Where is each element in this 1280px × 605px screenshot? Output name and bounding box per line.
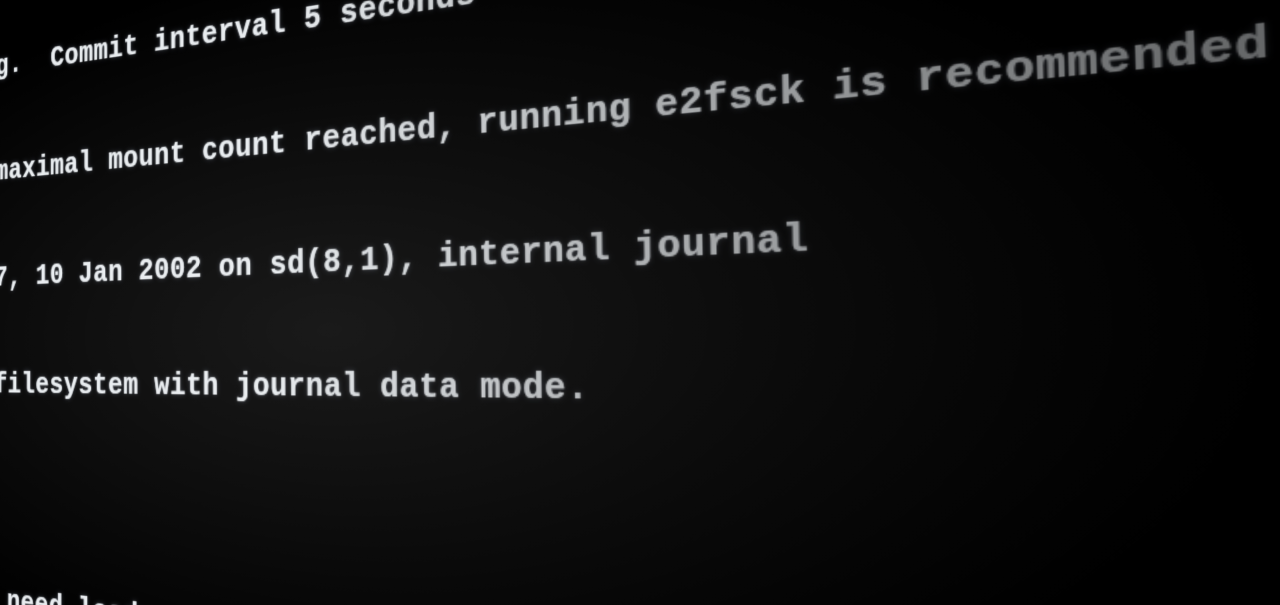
photo-scene: XT3-fs: mounted filesystem with journal … xyxy=(0,0,1280,605)
boot-console: XT3-fs: mounted filesystem with journal … xyxy=(0,0,1280,605)
crt-screen: XT3-fs: mounted filesystem with journal … xyxy=(0,0,1280,605)
console-line: XT3-fs: mounted filesystem with journal … xyxy=(0,362,1280,444)
console-line: ount ok xyxy=(0,465,1280,605)
console-line: XT3-fs: mounted filesystem with journal … xyxy=(0,0,1280,18)
